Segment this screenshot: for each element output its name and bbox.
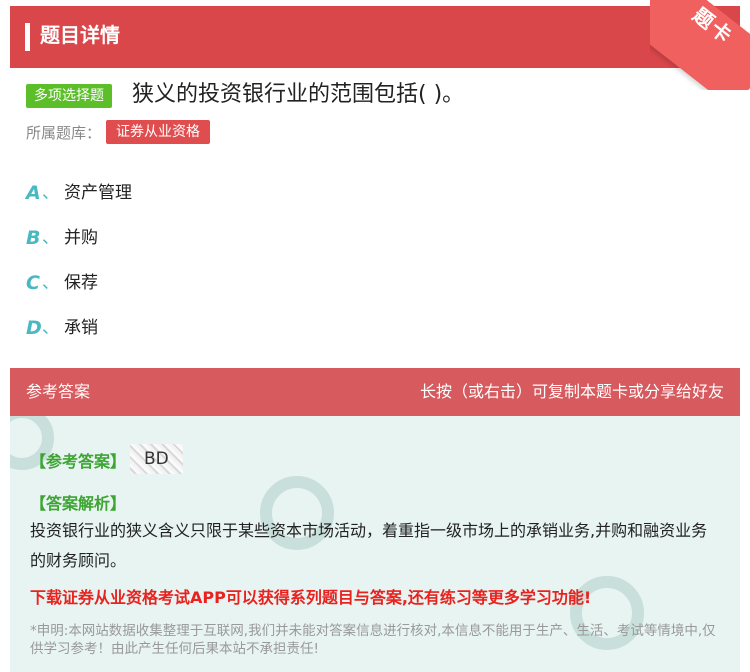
option-separator: 、 [42, 273, 59, 293]
option-letter: C [26, 272, 40, 294]
option-text: 承销 [64, 318, 98, 338]
corner-ribbon: 题卡 [650, 0, 750, 90]
explanation-label: 【答案解析】 [30, 494, 127, 513]
reference-answer-value[interactable]: BD [130, 444, 183, 474]
option-separator: 、 [42, 228, 59, 248]
option-text: 并购 [64, 228, 98, 248]
option-letter: A [26, 182, 41, 204]
share-hint: 长按（或右击）可复制本题卡或分享给好友 [419, 382, 724, 401]
question-type-tag: 多项选择题 [26, 84, 112, 108]
answer-header: 参考答案 长按（或右击）可复制本题卡或分享给好友 [10, 368, 740, 416]
reference-answer-label: 【参考答案】 [30, 452, 127, 471]
option-text: 保荐 [64, 273, 98, 293]
app-promo-text[interactable]: 下载证券从业资格考试APP可以获得系列题目与答案,还有练习等更多学习功能! [30, 584, 591, 608]
option-text: 资产管理 [64, 183, 132, 203]
question-card: 题目详情 题卡 多项选择题 狭义的投资银行业的范围包括( )。 所属题库： 证券… [10, 0, 750, 672]
library-label: 所属题库： [26, 124, 102, 142]
answer-section-title: 参考答案 [26, 382, 91, 401]
option-separator: 、 [42, 183, 59, 203]
library-tag[interactable]: 证券从业资格 [106, 120, 210, 144]
disclaimer-text: *申明:本网站数据收集整理于互联网,我们并未能对答案信息进行核对,本信息不能用于… [30, 623, 716, 657]
question-text: 狭义的投资银行业的范围包括( )。 [132, 82, 465, 107]
answer-body: 【参考答案】 BD 【答案解析】 投资银行业的狭义含义只限于某些资本市场活动，着… [10, 416, 740, 672]
header-accent-bar [25, 23, 30, 51]
page-title: 题目详情 [40, 23, 120, 47]
option-letter: D [26, 317, 42, 339]
explanation-text: 投资银行业的狭义含义只限于某些资本市场活动，着重指一级市场上的承销业务,并购和融… [30, 521, 708, 570]
option-separator: 、 [42, 318, 59, 338]
option-letter: B [26, 227, 41, 249]
card-header: 题目详情 [10, 6, 740, 68]
